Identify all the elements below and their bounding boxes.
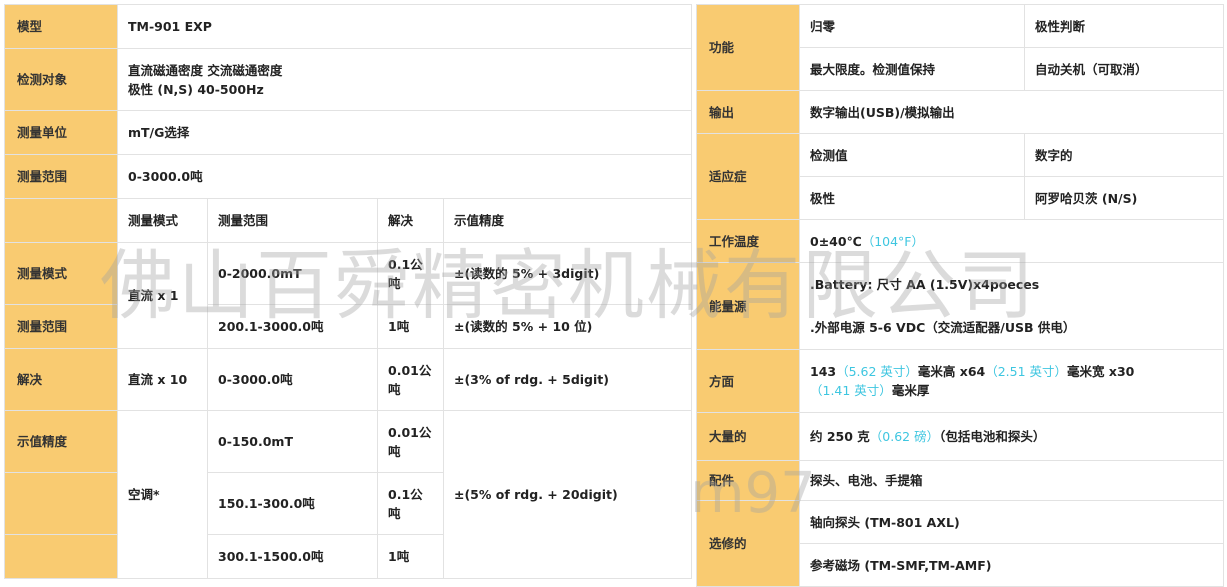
function-auto-off: 自动关机（可取消） [1024, 47, 1224, 91]
row6-range: 300.1-1500.0吨 [207, 534, 378, 579]
accessories-label: 配件 [696, 460, 800, 501]
indication-label: 适应症 [696, 133, 800, 220]
unit-label: 测量单位 [4, 110, 118, 155]
row6-resolution: 1吨 [377, 534, 444, 579]
row3-accuracy: ±(3% of rdg. + 5digit) [443, 348, 692, 411]
temperature-c: 0±40℃ [810, 233, 862, 249]
model-value: TM-901 EXP [117, 4, 692, 49]
mode-ac: 空调* [117, 410, 208, 579]
row1-accuracy: ±(读数的 5% + 3digit) [443, 242, 692, 305]
temperature-f: （104°F） [861, 233, 925, 249]
function-zero: 归零 [799, 4, 1025, 48]
side-label-accuracy: 示值精度 [4, 410, 118, 473]
dimension-value: 143（5.62 英寸）毫米高 x64（2.51 英寸）毫米宽 x30 （1.41… [799, 349, 1224, 413]
mode-dc1: 直流 x 1 [117, 242, 208, 349]
side-label-blank-1 [4, 472, 118, 535]
weight-part-2: （0.62 磅） [869, 429, 940, 444]
indication-digital: 数字的 [1024, 133, 1224, 177]
dim-part-4: （2.51 英寸） [985, 364, 1068, 379]
output-value: 数字输出(USB)/模拟输出 [799, 90, 1224, 134]
function-label: 功能 [696, 4, 800, 91]
subheader-accuracy: 示值精度 [443, 198, 692, 243]
mode-dc10: 直流 x 10 [117, 348, 208, 411]
subheader-spacer [4, 198, 118, 243]
subheader-range: 测量范围 [207, 198, 378, 243]
subheader-resolution: 解决 [377, 198, 444, 243]
ac-accuracy: ±(5% of rdg. + 20digit) [443, 410, 692, 579]
accessories-value: 探头、电池、手提箱 [799, 460, 1224, 501]
weight-value: 约 250 克（0.62 磅）（包括电池和探头） [799, 412, 1224, 461]
options-probe: 轴向探头 (TM-801 AXL) [799, 500, 1224, 544]
indication-detect: 检测值 [799, 133, 1025, 177]
dim-part-1: 143 [810, 364, 837, 379]
options-label: 选修的 [696, 500, 800, 587]
side-label-mode: 测量模式 [4, 242, 118, 305]
range-value: 0-3000.0吨 [117, 154, 692, 199]
weight-label: 大量的 [696, 412, 800, 461]
temperature-label: 工作温度 [696, 219, 800, 263]
weight-part-1: 约 250 克 [810, 429, 870, 444]
row2-range: 200.1-3000.0吨 [207, 304, 378, 349]
target-value: 直流磁通密度 交流磁通密度 极性 (N,S) 40-500Hz [117, 48, 692, 111]
model-label: 模型 [4, 4, 118, 49]
dimension-label: 方面 [696, 349, 800, 413]
side-label-blank-2 [4, 534, 118, 579]
function-polarity: 极性判断 [1024, 4, 1224, 48]
dim-part-3: 毫米高 x64 [917, 364, 986, 379]
power-value: .Battery: 尺寸 AA (1.5V)x4poeces .外部电源 5-6 … [799, 262, 1224, 350]
indication-polarity-value: 阿罗哈贝茨 (N/S) [1024, 176, 1224, 220]
row1-resolution: 0.1公吨 [377, 242, 444, 305]
target-label: 检测对象 [4, 48, 118, 111]
row1-range: 0-2000.0mT [207, 242, 378, 305]
row2-resolution: 1吨 [377, 304, 444, 349]
unit-value: mT/G选择 [117, 110, 692, 155]
dim-part-2: （5.62 英寸） [836, 364, 918, 379]
function-max-hold: 最大限度。检测值保持 [799, 47, 1025, 91]
power-line2: .外部电源 5-6 VDC（交流适配器/USB 供电） [810, 320, 1076, 335]
power-label: 能量源 [696, 262, 800, 350]
side-label-range: 测量范围 [4, 304, 118, 349]
row5-resolution: 0.1公吨 [377, 472, 444, 535]
subheader-mode: 测量模式 [117, 198, 208, 243]
row3-resolution: 0.01公吨 [377, 348, 444, 411]
target-line2: 极性 (N,S) 40-500Hz [128, 81, 264, 97]
power-line1: .Battery: 尺寸 AA (1.5V)x4poeces [810, 277, 1040, 292]
indication-polarity: 极性 [799, 176, 1025, 220]
temperature-value: 0±40℃（104°F） [799, 219, 1224, 263]
dim-part-7: 毫米厚 [891, 383, 930, 398]
side-label-resolution: 解决 [4, 348, 118, 411]
options-reference-field: 参考磁场 (TM-SMF,TM-AMF) [799, 543, 1224, 587]
spec-table-left: 模型 TM-901 EXP 检测对象 直流磁通密度 交流磁通密度 极性 (N,S)… [4, 4, 692, 579]
dim-part-5: 毫米宽 x30 [1067, 364, 1135, 379]
row5-range: 150.1-300.0吨 [207, 472, 378, 535]
row2-accuracy: ±(读数的 5% + 10 位) [443, 304, 692, 349]
spec-table-right: 功能 归零 极性判断 最大限度。检测值保持 自动关机（可取消） 输出 数字输出(… [696, 4, 1224, 587]
row4-resolution: 0.01公吨 [377, 410, 444, 473]
dim-part-6: （1.41 英寸） [810, 383, 892, 398]
output-label: 输出 [696, 90, 800, 134]
weight-part-3: （包括电池和探头） [939, 429, 1046, 444]
row3-range: 0-3000.0吨 [207, 348, 378, 411]
row4-range: 0-150.0mT [207, 410, 378, 473]
range-label: 测量范围 [4, 154, 118, 199]
target-line1: 直流磁通密度 交流磁通密度 [128, 62, 283, 78]
